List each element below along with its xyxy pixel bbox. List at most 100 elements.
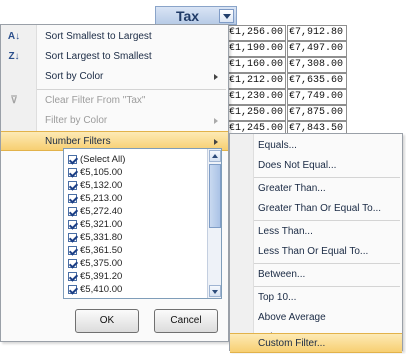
- table-cell[interactable]: €1,230.00: [228, 89, 286, 105]
- submenu-item-less-equal[interactable]: Less Than Or Equal To...: [230, 242, 402, 262]
- table-row: €1,190.00 €7,497.00: [228, 41, 348, 57]
- checkbox[interactable]: [68, 258, 77, 268]
- filter-dropdown-button[interactable]: [219, 9, 234, 23]
- sort-za-icon: Z↓: [8, 51, 20, 62]
- chevron-right-icon: [214, 139, 218, 145]
- checkbox-item[interactable]: €5,105.00: [68, 166, 122, 179]
- table-cell[interactable]: €1,160.00: [228, 57, 286, 73]
- submenu-item-label: Above Average: [258, 312, 326, 323]
- checkbox-item[interactable]: €5,391.20: [68, 270, 122, 283]
- checkbox-item[interactable]: €5,375.00: [68, 257, 122, 270]
- sort-by-color-item[interactable]: Sort by Color: [1, 67, 228, 87]
- scrollbar[interactable]: [207, 149, 221, 298]
- spreadsheet-cells: €1,256.00 €7,912.80 €1,190.00 €7,497.00 …: [228, 25, 348, 137]
- scroll-down-icon[interactable]: [209, 285, 221, 297]
- checkbox-item[interactable]: €5,361.50: [68, 244, 122, 257]
- checkbox-item[interactable]: €5,321.00: [68, 218, 122, 231]
- checkbox-label: €5,213.00: [80, 193, 123, 204]
- checkbox-label: €5,375.00: [80, 258, 123, 269]
- checkbox-item[interactable]: €5,331.80: [68, 231, 122, 244]
- submenu-item-label: Equals...: [258, 140, 297, 151]
- submenu-item-not-equal[interactable]: Does Not Equal...: [230, 156, 402, 176]
- checkbox-label: €5,272.40: [80, 206, 123, 217]
- submenu-item-label: Top 10...: [258, 292, 297, 303]
- number-filters-submenu: Equals... Does Not Equal... Greater Than…: [229, 133, 403, 351]
- checkbox-label: €5,391.20: [80, 271, 123, 282]
- submenu-item-label: Less Than...: [258, 226, 313, 237]
- checkbox[interactable]: [68, 193, 77, 203]
- submenu-item-custom-filter[interactable]: Custom Filter...: [230, 333, 402, 353]
- table-cell[interactable]: €7,875.00: [287, 105, 347, 121]
- checkbox-label: €5,321.00: [80, 219, 123, 230]
- submenu-item-label: Less Than Or Equal To...: [258, 246, 369, 257]
- checkbox[interactable]: [68, 180, 77, 190]
- checkbox-label: €5,361.50: [80, 245, 123, 256]
- checkbox[interactable]: [68, 206, 77, 216]
- submenu-item-less-than[interactable]: Less Than...: [230, 222, 402, 242]
- menu-item-label: Clear Filter From "Tax": [45, 95, 146, 106]
- table-cell[interactable]: €1,250.00: [228, 105, 286, 121]
- checkbox-label: (Select All): [80, 154, 126, 165]
- filter-by-color-item[interactable]: Filter by Color: [1, 111, 228, 131]
- submenu-item-greater-than[interactable]: Greater Than...: [230, 179, 402, 199]
- chevron-right-icon: [214, 74, 218, 80]
- table-cell[interactable]: €7,497.00: [287, 41, 347, 57]
- table-row: €1,256.00 €7,912.80: [228, 25, 348, 41]
- checkbox-item[interactable]: €5,272.40: [68, 205, 122, 218]
- submenu-item-label: Greater Than...: [258, 183, 326, 194]
- checkbox-select-all[interactable]: (Select All): [68, 153, 125, 166]
- checkbox-item[interactable]: €5,213.00: [68, 192, 122, 205]
- checkbox-label: €5,331.80: [80, 232, 123, 243]
- menu-divider: [254, 220, 400, 221]
- submenu-item-label: Greater Than Or Equal To...: [258, 203, 382, 214]
- table-cell[interactable]: €7,308.00: [287, 57, 347, 73]
- funnel-clear-icon: ⊽: [10, 95, 18, 106]
- table-row: €1,230.00 €7,749.00: [228, 89, 348, 105]
- checkbox-item[interactable]: €5,132.00: [68, 179, 122, 192]
- menu-divider: [254, 177, 400, 178]
- sort-largest-item[interactable]: Z↓ Sort Largest to Smallest: [1, 47, 228, 67]
- checkbox[interactable]: [68, 154, 77, 164]
- scroll-thumb[interactable]: [209, 164, 221, 228]
- table-cell[interactable]: €1,256.00: [228, 25, 286, 41]
- checkbox[interactable]: [68, 167, 77, 177]
- table-cell[interactable]: €1,190.00: [228, 41, 286, 57]
- scroll-up-icon[interactable]: [209, 150, 221, 162]
- column-title: Tax: [176, 8, 200, 24]
- menu-divider: [254, 263, 400, 264]
- menu-divider: [37, 89, 226, 90]
- ok-button[interactable]: OK: [75, 309, 139, 333]
- checkbox[interactable]: [68, 219, 77, 229]
- checkbox-label: €5,410.00: [80, 284, 123, 295]
- checkbox[interactable]: [68, 232, 77, 242]
- table-row: €1,212.00 €7,635.60: [228, 73, 348, 89]
- checkbox-label: €5,105.00: [80, 167, 123, 178]
- menu-item-label: Sort Largest to Smallest: [45, 51, 152, 62]
- submenu-item-above-average[interactable]: Above Average: [230, 308, 402, 328]
- submenu-item-label: Does Not Equal...: [258, 160, 337, 171]
- submenu-item-label: Between...: [258, 269, 306, 280]
- table-cell[interactable]: €1,212.00: [228, 73, 286, 89]
- cancel-button[interactable]: Cancel: [154, 309, 218, 333]
- checkbox[interactable]: [68, 284, 77, 294]
- clear-filter-item[interactable]: ⊽ Clear Filter From "Tax": [1, 91, 228, 111]
- submenu-item-top10[interactable]: Top 10...: [230, 288, 402, 308]
- checkbox[interactable]: [68, 271, 77, 281]
- checkbox-label: €5,132.00: [80, 180, 123, 191]
- table-row: €1,250.00 €7,875.00: [228, 105, 348, 121]
- submenu-item-label: Custom Filter...: [258, 338, 326, 349]
- table-cell[interactable]: €7,749.00: [287, 89, 347, 105]
- chevron-down-icon: [223, 14, 231, 19]
- chevron-right-icon: [214, 118, 218, 124]
- submenu-item-between[interactable]: Between...: [230, 265, 402, 285]
- submenu-item-greater-equal[interactable]: Greater Than Or Equal To...: [230, 199, 402, 219]
- menu-item-label: Sort Smallest to Largest: [45, 31, 152, 42]
- sort-smallest-item[interactable]: A↓ Sort Smallest to Largest: [1, 27, 228, 47]
- checkbox-item[interactable]: €5,410.00: [68, 283, 122, 296]
- table-cell[interactable]: €7,635.60: [287, 73, 347, 89]
- table-cell[interactable]: €7,912.80: [287, 25, 347, 41]
- menu-divider: [254, 286, 400, 287]
- checkbox[interactable]: [68, 245, 77, 255]
- submenu-item-equals[interactable]: Equals...: [230, 136, 402, 156]
- tax-column-header: Tax: [155, 6, 237, 25]
